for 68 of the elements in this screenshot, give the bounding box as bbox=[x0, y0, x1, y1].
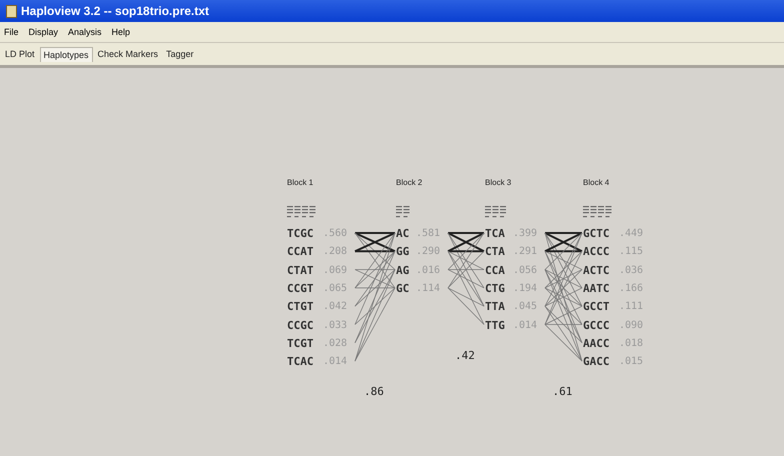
haplotype-alleles: CCA bbox=[485, 264, 505, 277]
menu-item[interactable]: Help bbox=[112, 27, 130, 37]
haplotype-frequency: .290 bbox=[416, 245, 440, 258]
haplotype-frequency: .056 bbox=[513, 264, 538, 277]
haplotype-alleles: CCAT bbox=[287, 245, 314, 258]
tab[interactable]: Check Markers bbox=[94, 47, 162, 61]
block-title: Block 4 bbox=[583, 178, 610, 187]
haplotype-alleles: CTAT bbox=[287, 264, 314, 277]
multilocus-d-value: .42 bbox=[455, 348, 475, 362]
haplotype-alleles: ACCC bbox=[583, 245, 610, 258]
haplotype-frequency: .291 bbox=[513, 245, 538, 258]
haplotype-alleles: GCCT bbox=[583, 300, 610, 314]
haplotype-alleles: AG bbox=[396, 264, 410, 277]
haplotype-alleles: TCGC bbox=[287, 227, 314, 240]
haplotype-alleles: CTGT bbox=[287, 300, 314, 314]
haplotype-frequency: .560 bbox=[323, 227, 348, 240]
haplotype-alleles: GCCC bbox=[583, 318, 610, 332]
haplotype-frequency: .069 bbox=[323, 264, 348, 277]
haplotype-alleles: CTG bbox=[485, 282, 505, 295]
menu-item[interactable]: Analysis bbox=[68, 27, 102, 37]
haplotype-frequency: .018 bbox=[619, 336, 644, 350]
haplotype-frequency: .015 bbox=[619, 355, 644, 368]
haplotype-frequency: .014 bbox=[323, 355, 348, 368]
multilocus-d-value: .61 bbox=[552, 385, 572, 398]
haplotype-alleles: TTA bbox=[485, 300, 505, 314]
haplotype-alleles: TCA bbox=[485, 227, 505, 240]
menu-item[interactable]: Display bbox=[28, 27, 58, 37]
haplotype-frequency: .036 bbox=[619, 264, 644, 277]
multilocus-d-value: .86 bbox=[364, 385, 384, 398]
haplotype-alleles: CCGC bbox=[287, 318, 314, 332]
haplotype-frequency: .581 bbox=[416, 227, 440, 240]
haplotype-frequency: .194 bbox=[513, 282, 538, 295]
window-title: Haploview 3.2 -- sop18trio.pre.txt bbox=[21, 4, 210, 18]
haplotype-frequency: .042 bbox=[323, 300, 348, 314]
haplotype-alleles: GACC bbox=[583, 355, 610, 368]
haplotype-frequency: .449 bbox=[619, 227, 644, 240]
tab[interactable]: Haplotypes bbox=[40, 46, 93, 62]
haplotype-frequency: .090 bbox=[619, 318, 644, 332]
haplotype-frequency: .045 bbox=[513, 300, 538, 314]
haplotype-frequency: .016 bbox=[416, 264, 440, 277]
haplotype-alleles: GCTC bbox=[583, 227, 610, 240]
block-title: Block 2 bbox=[396, 178, 422, 187]
haplotype-frequency: .033 bbox=[323, 318, 348, 332]
haplotype-frequency: .028 bbox=[323, 336, 348, 350]
haplotype-alleles: AC bbox=[396, 227, 410, 240]
haplotype-alleles: GG bbox=[396, 245, 410, 258]
haplotype-alleles: GC bbox=[396, 282, 410, 295]
haplotype-frequency: .114 bbox=[416, 282, 440, 295]
haplotype-alleles: TCGT bbox=[287, 336, 314, 350]
haplotype-frequency: .208 bbox=[323, 245, 348, 258]
haplotype-frequency: .399 bbox=[513, 227, 538, 240]
haplotype-frequency: .014 bbox=[513, 318, 538, 332]
haplotype-alleles: AATC bbox=[583, 282, 610, 295]
block-title: Block 3 bbox=[485, 178, 512, 187]
tab[interactable]: Tagger bbox=[163, 47, 197, 61]
haplotype-alleles: AACC bbox=[583, 336, 610, 350]
haplotype-frequency: .115 bbox=[619, 245, 644, 258]
tab[interactable]: LD Plot bbox=[2, 47, 38, 61]
haplotype-alleles: CTA bbox=[485, 245, 505, 258]
menu-item[interactable]: File bbox=[4, 27, 19, 37]
haplotype-alleles: ACTC bbox=[583, 264, 610, 277]
block-title: Block 1 bbox=[287, 178, 314, 187]
haplotype-frequency: .166 bbox=[619, 282, 644, 295]
haplotype-frequency: .065 bbox=[323, 282, 348, 295]
haplotype-alleles: TTG bbox=[485, 318, 505, 332]
haplotype-alleles: CCGT bbox=[287, 282, 314, 295]
haplotype-frequency: .111 bbox=[619, 300, 644, 314]
haplotype-alleles: TCAC bbox=[287, 355, 314, 368]
